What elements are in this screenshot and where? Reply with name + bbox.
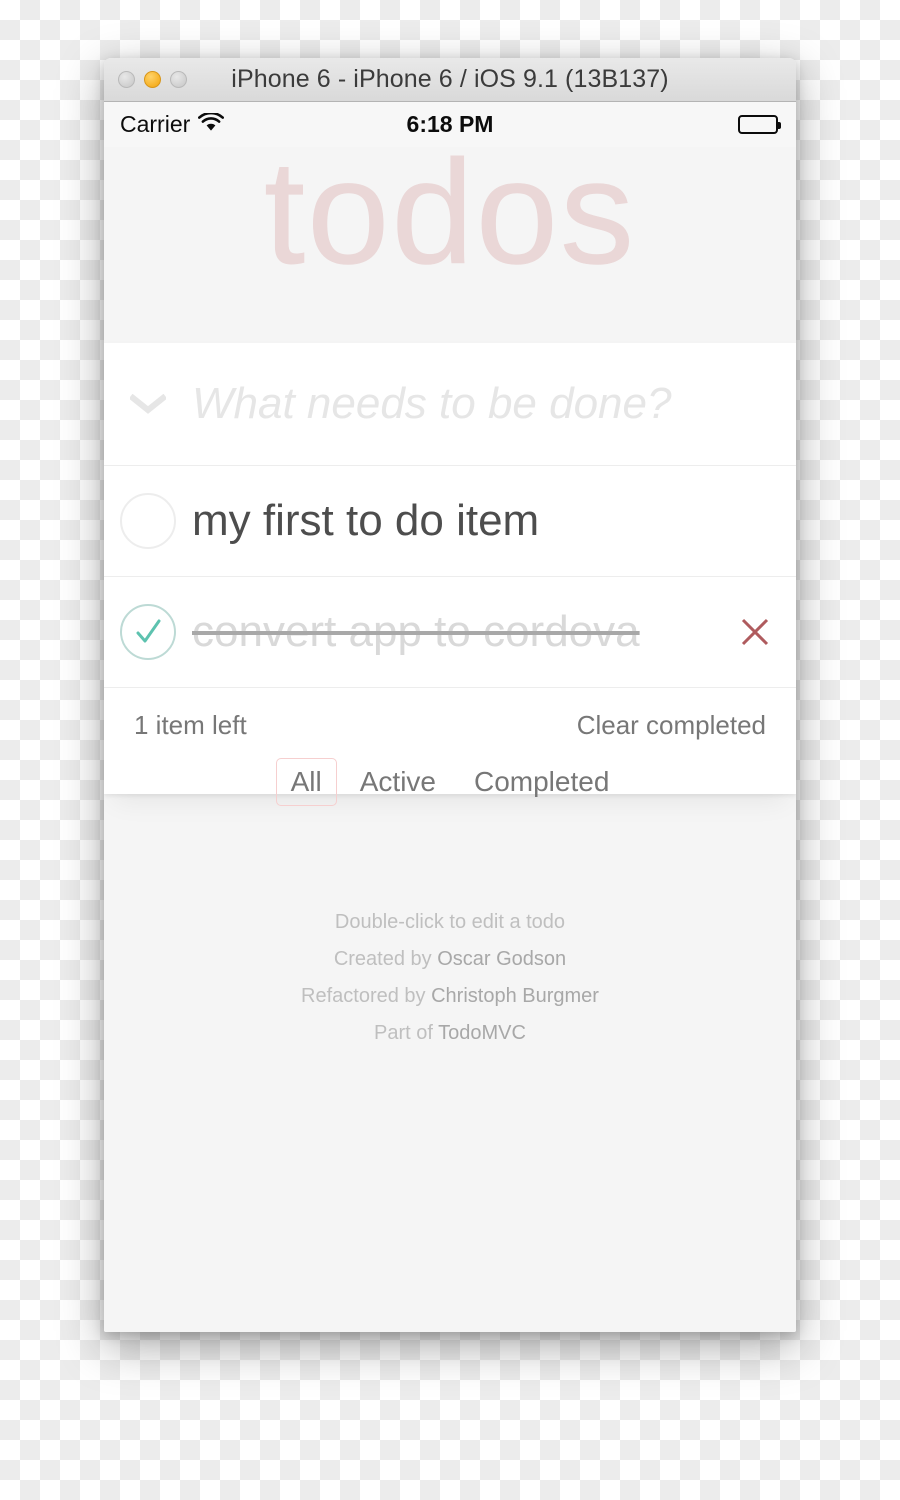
wifi-icon <box>198 111 225 137</box>
info-line-refactored-by: Refactored by Christoph Burgmer <box>104 986 796 1006</box>
info-line-created-by: Created by Oscar Godson <box>104 949 796 969</box>
todo-toggle[interactable] <box>104 493 192 549</box>
carrier-label: Carrier <box>120 111 191 137</box>
status-bar-left: Carrier <box>120 111 225 138</box>
zoom-button[interactable] <box>170 71 187 88</box>
info-created-prefix: Created by <box>333 948 438 970</box>
items-left-count: 1 item left <box>134 710 247 740</box>
todo-label: my first to do item <box>192 495 540 545</box>
new-todo-row <box>104 343 796 466</box>
page-title: todos <box>263 130 637 295</box>
info-line-part-of: Part of TodoMVC <box>104 1023 796 1043</box>
window-titlebar[interactable]: iPhone 6 - iPhone 6 / iOS 9.1 (13B137) <box>104 58 796 102</box>
todo-list-item[interactable]: convert app to cordova <box>104 577 796 688</box>
app-header: todos <box>104 138 796 343</box>
chevron-down-icon[interactable] <box>104 394 192 414</box>
todoapp: todos my first to do item <box>104 138 796 1043</box>
card-stack-decoration <box>104 794 796 824</box>
check-circle-icon <box>120 604 176 660</box>
device-screen: Carrier 6:18 PM todos What needs to be d… <box>104 102 796 1332</box>
info-link-oscar-godson[interactable]: Oscar Godson <box>437 948 566 970</box>
window-title: iPhone 6 - iPhone 6 / iOS 9.1 (13B137) <box>231 65 669 93</box>
close-x-icon[interactable] <box>714 615 796 649</box>
info-partof-prefix: Part of <box>374 1022 439 1044</box>
todo-toggle[interactable] <box>104 604 192 660</box>
close-button[interactable] <box>118 71 135 88</box>
todo-footer: 1 item left Clear completed All Active C… <box>104 688 796 806</box>
todo-card: my first to do item convert app to cordo… <box>104 343 796 806</box>
app-info: Double-click to edit a todo Created by O… <box>104 912 796 1043</box>
info-link-christoph-burgmer[interactable]: Christoph Burgmer <box>431 985 599 1007</box>
minimize-button[interactable] <box>144 71 161 88</box>
battery-full-icon <box>738 115 781 134</box>
info-link-todomvc[interactable]: TodoMVC <box>438 1022 526 1044</box>
new-todo-input[interactable] <box>192 379 796 429</box>
todo-list-item[interactable]: my first to do item <box>104 466 796 577</box>
clear-completed-button[interactable]: Clear completed <box>577 710 766 741</box>
circle-icon <box>120 493 176 549</box>
info-refactored-prefix: Refactored by <box>301 985 432 1007</box>
simulator-window: iPhone 6 - iPhone 6 / iOS 9.1 (13B137) C… <box>104 58 796 1332</box>
todo-label: convert app to cordova <box>192 606 640 656</box>
status-bar-right <box>738 115 781 134</box>
info-line-edit-hint: Double-click to edit a todo <box>334 911 566 933</box>
window-traffic-lights <box>104 71 187 88</box>
